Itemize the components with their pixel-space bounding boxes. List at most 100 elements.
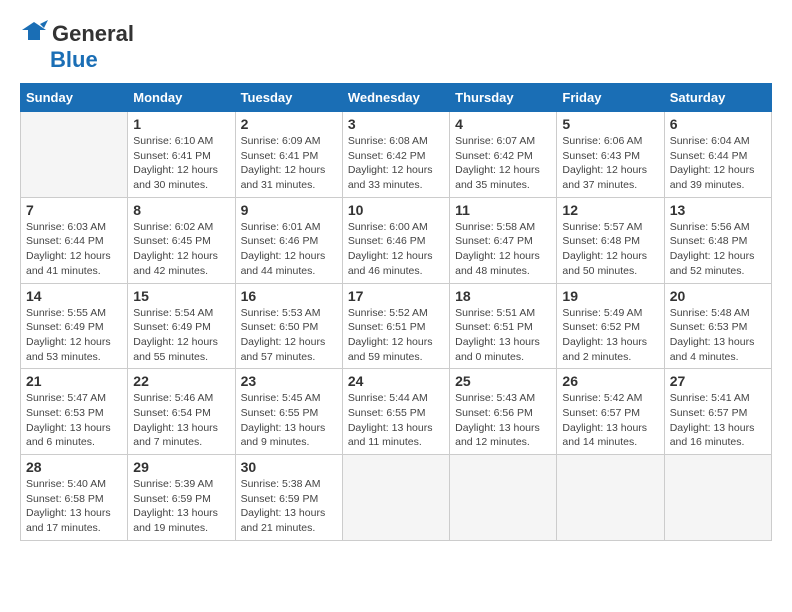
day-info: Sunrise: 6:10 AM Sunset: 6:41 PM Dayligh…: [133, 134, 229, 193]
day-number: 17: [348, 288, 444, 304]
day-info: Sunrise: 5:41 AM Sunset: 6:57 PM Dayligh…: [670, 391, 766, 450]
logo: General Blue: [20, 20, 134, 73]
calendar-cell: 11 Sunrise: 5:58 AM Sunset: 6:47 PM Dayli…: [450, 197, 557, 283]
weekday-header: Saturday: [664, 84, 771, 112]
day-info: Sunrise: 5:42 AM Sunset: 6:57 PM Dayligh…: [562, 391, 658, 450]
calendar-week-row: 28 Sunrise: 5:40 AM Sunset: 6:58 PM Dayli…: [21, 455, 772, 541]
day-number: 23: [241, 373, 337, 389]
day-number: 4: [455, 116, 551, 132]
calendar-cell: 17 Sunrise: 5:52 AM Sunset: 6:51 PM Dayli…: [342, 283, 449, 369]
day-number: 22: [133, 373, 229, 389]
day-info: Sunrise: 5:49 AM Sunset: 6:52 PM Dayligh…: [562, 306, 658, 365]
day-number: 2: [241, 116, 337, 132]
day-number: 9: [241, 202, 337, 218]
day-info: Sunrise: 6:03 AM Sunset: 6:44 PM Dayligh…: [26, 220, 122, 279]
calendar-cell: 23 Sunrise: 5:45 AM Sunset: 6:55 PM Dayli…: [235, 369, 342, 455]
day-number: 1: [133, 116, 229, 132]
calendar-week-row: 1 Sunrise: 6:10 AM Sunset: 6:41 PM Daylig…: [21, 112, 772, 198]
calendar-cell: 14Sunrise: 5:55 AM Sunset: 6:49 PM Dayli…: [21, 283, 128, 369]
calendar-week-row: 21 Sunrise: 5:47 AM Sunset: 6:53 PM Dayli…: [21, 369, 772, 455]
calendar-cell: 29Sunrise: 5:39 AM Sunset: 6:59 PM Dayli…: [128, 455, 235, 541]
day-number: 21: [26, 373, 122, 389]
day-info: Sunrise: 6:04 AM Sunset: 6:44 PM Dayligh…: [670, 134, 766, 193]
calendar-cell: 22 Sunrise: 5:46 AM Sunset: 6:54 PM Dayli…: [128, 369, 235, 455]
calendar-cell: 25Sunrise: 5:43 AM Sunset: 6:56 PM Dayli…: [450, 369, 557, 455]
calendar-cell: 15 Sunrise: 5:54 AM Sunset: 6:49 PM Dayli…: [128, 283, 235, 369]
weekday-header: Thursday: [450, 84, 557, 112]
calendar-cell: 13Sunrise: 5:56 AM Sunset: 6:48 PM Dayli…: [664, 197, 771, 283]
day-info: Sunrise: 5:52 AM Sunset: 6:51 PM Dayligh…: [348, 306, 444, 365]
day-info: Sunrise: 6:01 AM Sunset: 6:46 PM Dayligh…: [241, 220, 337, 279]
day-number: 20: [670, 288, 766, 304]
day-number: 24: [348, 373, 444, 389]
calendar-cell: 12 Sunrise: 5:57 AM Sunset: 6:48 PM Dayli…: [557, 197, 664, 283]
calendar-cell: 21 Sunrise: 5:47 AM Sunset: 6:53 PM Dayli…: [21, 369, 128, 455]
day-number: 11: [455, 202, 551, 218]
day-number: 30: [241, 459, 337, 475]
logo-blue: Blue: [50, 47, 98, 73]
day-info: Sunrise: 5:47 AM Sunset: 6:53 PM Dayligh…: [26, 391, 122, 450]
day-number: 10: [348, 202, 444, 218]
weekday-header: Friday: [557, 84, 664, 112]
calendar-cell: [450, 455, 557, 541]
day-info: Sunrise: 5:55 AM Sunset: 6:49 PM Dayligh…: [26, 306, 122, 365]
header-row: SundayMondayTuesdayWednesdayThursdayFrid…: [21, 84, 772, 112]
day-number: 13: [670, 202, 766, 218]
calendar-cell: 18Sunrise: 5:51 AM Sunset: 6:51 PM Dayli…: [450, 283, 557, 369]
day-number: 26: [562, 373, 658, 389]
day-number: 16: [241, 288, 337, 304]
day-info: Sunrise: 6:07 AM Sunset: 6:42 PM Dayligh…: [455, 134, 551, 193]
day-number: 28: [26, 459, 122, 475]
calendar-cell: 28 Sunrise: 5:40 AM Sunset: 6:58 PM Dayli…: [21, 455, 128, 541]
weekday-header: Tuesday: [235, 84, 342, 112]
calendar-cell: 7 Sunrise: 6:03 AM Sunset: 6:44 PM Daylig…: [21, 197, 128, 283]
calendar-cell: 27Sunrise: 5:41 AM Sunset: 6:57 PM Dayli…: [664, 369, 771, 455]
logo-general: General: [52, 21, 134, 47]
day-info: Sunrise: 5:53 AM Sunset: 6:50 PM Dayligh…: [241, 306, 337, 365]
weekday-header: Monday: [128, 84, 235, 112]
day-number: 15: [133, 288, 229, 304]
day-info: Sunrise: 5:45 AM Sunset: 6:55 PM Dayligh…: [241, 391, 337, 450]
calendar-cell: [664, 455, 771, 541]
day-info: Sunrise: 5:57 AM Sunset: 6:48 PM Dayligh…: [562, 220, 658, 279]
day-info: Sunrise: 5:38 AM Sunset: 6:59 PM Dayligh…: [241, 477, 337, 536]
day-info: Sunrise: 6:08 AM Sunset: 6:42 PM Dayligh…: [348, 134, 444, 193]
day-number: 8: [133, 202, 229, 218]
calendar-cell: 9 Sunrise: 6:01 AM Sunset: 6:46 PM Daylig…: [235, 197, 342, 283]
day-info: Sunrise: 5:48 AM Sunset: 6:53 PM Dayligh…: [670, 306, 766, 365]
day-info: Sunrise: 5:39 AM Sunset: 6:59 PM Dayligh…: [133, 477, 229, 536]
calendar-cell: 2 Sunrise: 6:09 AM Sunset: 6:41 PM Daylig…: [235, 112, 342, 198]
calendar-cell: 16 Sunrise: 5:53 AM Sunset: 6:50 PM Dayli…: [235, 283, 342, 369]
day-info: Sunrise: 5:54 AM Sunset: 6:49 PM Dayligh…: [133, 306, 229, 365]
day-info: Sunrise: 5:40 AM Sunset: 6:58 PM Dayligh…: [26, 477, 122, 536]
calendar-cell: [557, 455, 664, 541]
calendar-week-row: 7 Sunrise: 6:03 AM Sunset: 6:44 PM Daylig…: [21, 197, 772, 283]
day-info: Sunrise: 6:06 AM Sunset: 6:43 PM Dayligh…: [562, 134, 658, 193]
calendar-cell: 26 Sunrise: 5:42 AM Sunset: 6:57 PM Dayli…: [557, 369, 664, 455]
calendar-cell: 20 Sunrise: 5:48 AM Sunset: 6:53 PM Dayli…: [664, 283, 771, 369]
calendar-cell: 8 Sunrise: 6:02 AM Sunset: 6:45 PM Daylig…: [128, 197, 235, 283]
calendar-cell: [21, 112, 128, 198]
day-number: 7: [26, 202, 122, 218]
day-number: 19: [562, 288, 658, 304]
day-info: Sunrise: 5:44 AM Sunset: 6:55 PM Dayligh…: [348, 391, 444, 450]
day-info: Sunrise: 5:51 AM Sunset: 6:51 PM Dayligh…: [455, 306, 551, 365]
day-number: 6: [670, 116, 766, 132]
day-info: Sunrise: 5:58 AM Sunset: 6:47 PM Dayligh…: [455, 220, 551, 279]
calendar-table: SundayMondayTuesdayWednesdayThursdayFrid…: [20, 83, 772, 541]
day-info: Sunrise: 5:43 AM Sunset: 6:56 PM Dayligh…: [455, 391, 551, 450]
day-number: 12: [562, 202, 658, 218]
calendar-cell: 19 Sunrise: 5:49 AM Sunset: 6:52 PM Dayli…: [557, 283, 664, 369]
calendar-cell: 6 Sunrise: 6:04 AM Sunset: 6:44 PM Daylig…: [664, 112, 771, 198]
weekday-header: Sunday: [21, 84, 128, 112]
calendar-week-row: 14Sunrise: 5:55 AM Sunset: 6:49 PM Dayli…: [21, 283, 772, 369]
day-info: Sunrise: 6:09 AM Sunset: 6:41 PM Dayligh…: [241, 134, 337, 193]
weekday-header: Wednesday: [342, 84, 449, 112]
calendar-cell: 24 Sunrise: 5:44 AM Sunset: 6:55 PM Dayli…: [342, 369, 449, 455]
calendar-cell: 5 Sunrise: 6:06 AM Sunset: 6:43 PM Daylig…: [557, 112, 664, 198]
day-number: 5: [562, 116, 658, 132]
day-info: Sunrise: 6:02 AM Sunset: 6:45 PM Dayligh…: [133, 220, 229, 279]
day-info: Sunrise: 5:46 AM Sunset: 6:54 PM Dayligh…: [133, 391, 229, 450]
page-header: General Blue: [20, 20, 772, 73]
calendar-cell: 3Sunrise: 6:08 AM Sunset: 6:42 PM Daylig…: [342, 112, 449, 198]
